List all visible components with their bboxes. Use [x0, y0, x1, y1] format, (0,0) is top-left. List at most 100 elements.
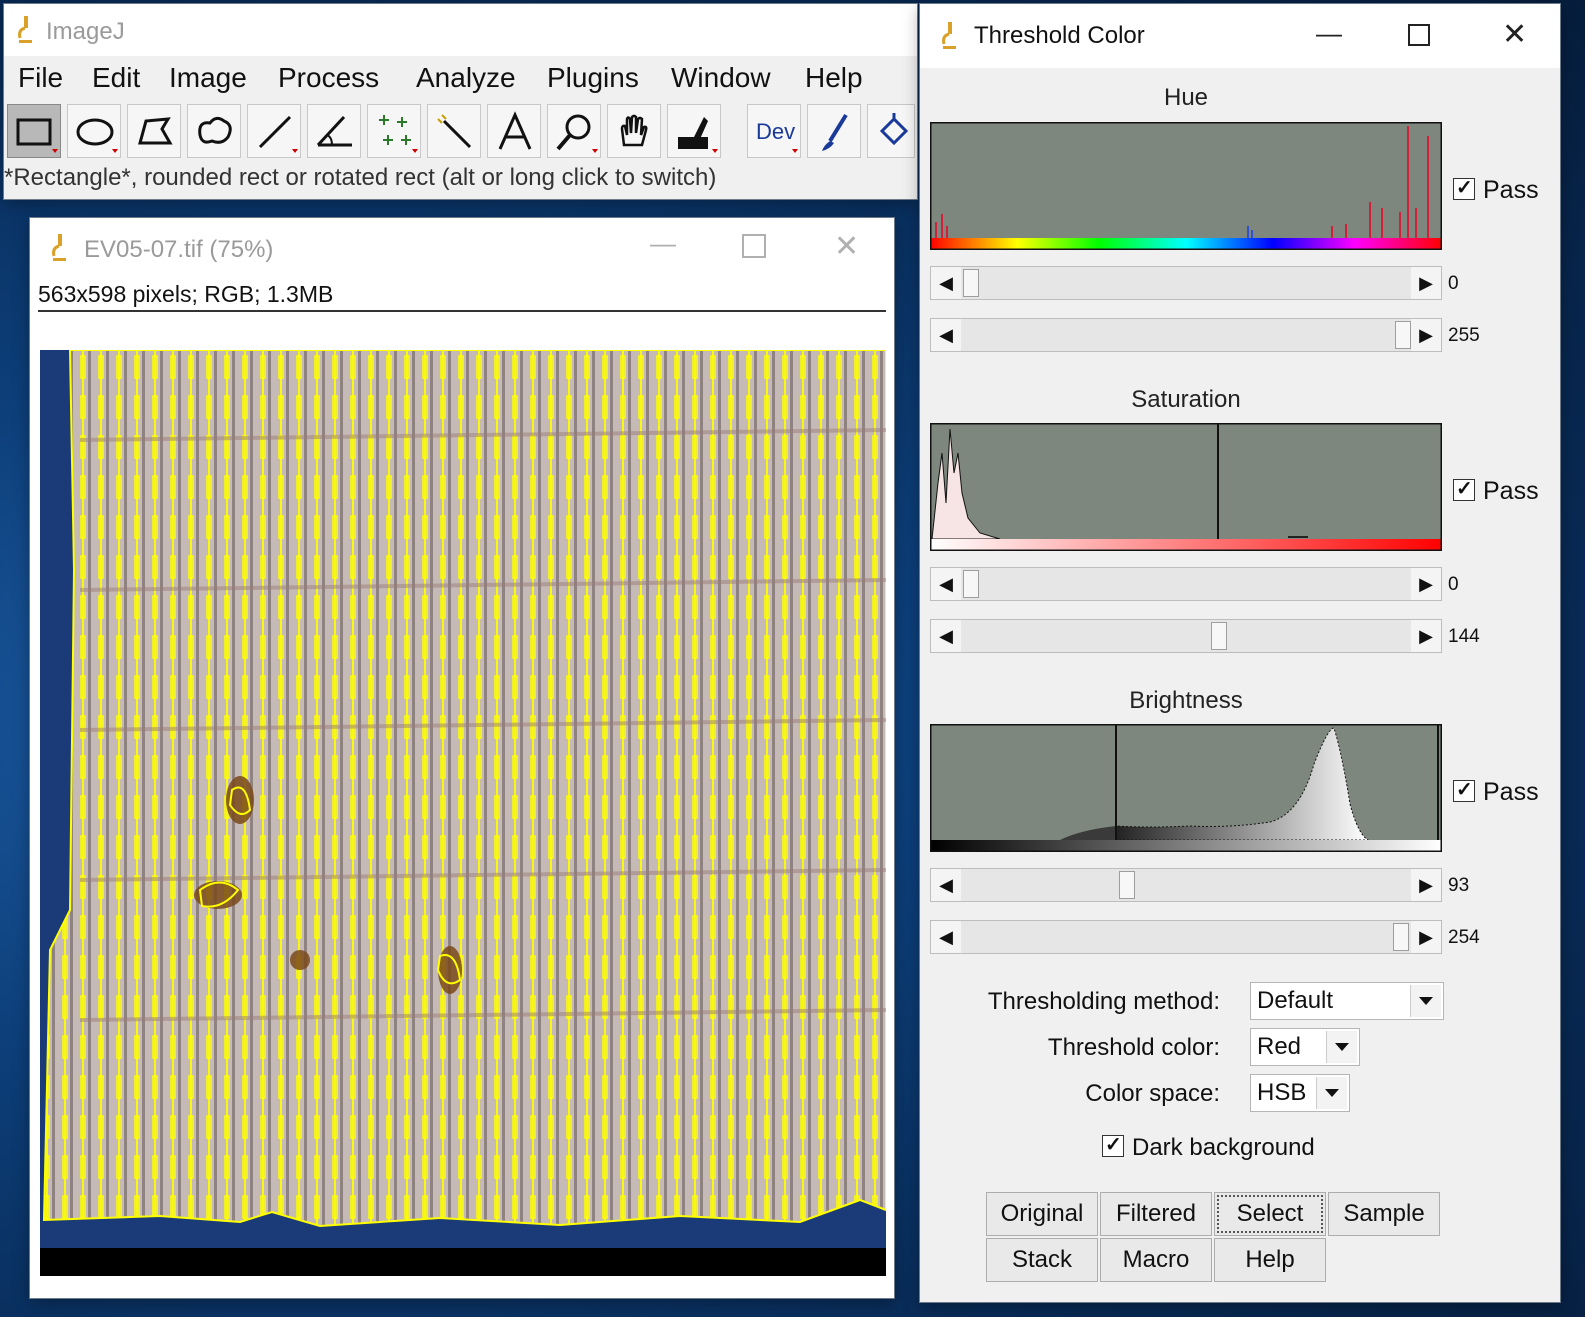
select-button[interactable]: Select — [1214, 1192, 1326, 1236]
line-tool-icon[interactable] — [247, 104, 301, 158]
image-window-titlebar[interactable]: EV05-07.tif (75%) — ✕ — [30, 218, 894, 278]
slider-right-arrow-icon[interactable]: ▶ — [1411, 921, 1441, 953]
help-button[interactable]: Help — [1214, 1238, 1326, 1282]
slider-thumb[interactable] — [1395, 321, 1411, 349]
hue-min-slider[interactable]: ◀ ▶ — [930, 266, 1442, 300]
thresholding-method-select[interactable]: Default — [1250, 982, 1444, 1020]
chevron-down-icon[interactable] — [1410, 985, 1441, 1017]
macro-button[interactable]: Macro — [1100, 1238, 1212, 1282]
color-space-select[interactable]: HSB — [1250, 1074, 1350, 1112]
checkbox-icon — [1453, 777, 1475, 802]
close-icon[interactable]: ✕ — [834, 232, 859, 262]
slider-thumb[interactable] — [963, 269, 979, 297]
threshold-color-label: Threshold color: — [1047, 1034, 1220, 1061]
menu-plugins[interactable]: Plugins — [547, 62, 639, 94]
chevron-down-icon[interactable] — [1326, 1031, 1357, 1063]
slider-thumb[interactable] — [963, 570, 979, 598]
slider-left-arrow-icon[interactable]: ◀ — [931, 568, 961, 600]
freehand-tool-icon[interactable] — [187, 104, 241, 158]
saturation-pass-checkbox[interactable]: Pass — [1453, 476, 1539, 506]
original-button[interactable]: Original — [986, 1192, 1098, 1236]
menu-process[interactable]: Process — [278, 62, 379, 94]
brush-tool-icon[interactable] — [807, 104, 861, 158]
menu-help[interactable]: Help — [805, 62, 863, 94]
menu-image[interactable]: Image — [169, 62, 247, 94]
maximize-icon[interactable] — [1408, 24, 1430, 46]
text-tool-icon[interactable] — [487, 104, 541, 158]
brightness-histogram — [930, 724, 1442, 852]
dark-background-checkbox[interactable]: Dark background — [1102, 1132, 1315, 1162]
brightness-pass-checkbox[interactable]: Pass — [1453, 777, 1539, 807]
menu-file[interactable]: File — [18, 62, 63, 94]
brightness-pass-label: Pass — [1483, 778, 1539, 806]
wand-tool-icon[interactable] — [427, 104, 481, 158]
microscope-icon — [18, 16, 32, 43]
flood-fill-tool-icon[interactable] — [867, 104, 915, 158]
slider-right-arrow-icon[interactable]: ▶ — [1411, 869, 1441, 901]
brightness-max-slider[interactable]: ◀ ▶ — [930, 920, 1442, 954]
slider-right-arrow-icon[interactable]: ▶ — [1411, 568, 1441, 600]
menu-edit[interactable]: Edit — [92, 62, 140, 94]
saturation-label: Saturation — [1131, 386, 1241, 413]
saturation-min-value: 0 — [1448, 574, 1459, 595]
checkbox-icon — [1453, 476, 1475, 501]
stack-button[interactable]: Stack — [986, 1238, 1098, 1282]
slider-thumb[interactable] — [1211, 622, 1227, 650]
image-canvas[interactable] — [40, 350, 886, 1250]
divider — [38, 310, 886, 312]
threshold-color-select[interactable]: Red — [1250, 1028, 1360, 1066]
rectangle-tool-icon[interactable] — [7, 104, 61, 158]
slider-left-arrow-icon[interactable]: ◀ — [931, 921, 961, 953]
slider-left-arrow-icon[interactable]: ◀ — [931, 267, 961, 299]
threshold-color-value: Red — [1257, 1033, 1302, 1060]
thresholded-image — [40, 350, 886, 1250]
tool-bar: Dev — [4, 102, 917, 164]
slider-left-arrow-icon[interactable]: ◀ — [931, 620, 961, 652]
hue-min-value: 0 — [1448, 273, 1459, 294]
chevron-down-icon[interactable] — [1316, 1077, 1347, 1109]
slider-thumb[interactable] — [1393, 923, 1409, 951]
brightness-min-slider[interactable]: ◀ ▶ — [930, 868, 1442, 902]
minimize-icon[interactable]: — — [650, 230, 676, 256]
oval-tool-icon[interactable] — [67, 104, 121, 158]
slider-left-arrow-icon[interactable]: ◀ — [931, 869, 961, 901]
slider-left-arrow-icon[interactable]: ◀ — [931, 319, 961, 351]
polygon-tool-icon[interactable] — [127, 104, 181, 158]
hand-tool-icon[interactable] — [607, 104, 661, 158]
menu-window[interactable]: Window — [671, 62, 771, 94]
slider-right-arrow-icon[interactable]: ▶ — [1411, 620, 1441, 652]
magnifier-tool-icon[interactable] — [547, 104, 601, 158]
filtered-button[interactable]: Filtered — [1100, 1192, 1212, 1236]
angle-tool-icon[interactable] — [307, 104, 361, 158]
saturation-max-value: 144 — [1448, 626, 1480, 647]
minimize-icon[interactable]: — — [1316, 20, 1342, 46]
hue-max-slider[interactable]: ◀ ▶ — [930, 318, 1442, 352]
dev-label: Dev — [756, 119, 795, 144]
threshold-color-window: Threshold Color — ✕ Hue Pass ◀ ▶ 0 ◀ — [920, 4, 1560, 1302]
hue-pass-checkbox[interactable]: Pass — [1453, 175, 1539, 205]
image-scroll-bar[interactable] — [40, 1248, 886, 1276]
saturation-max-slider[interactable]: ◀ ▶ — [930, 619, 1442, 653]
slider-right-arrow-icon[interactable]: ▶ — [1411, 267, 1441, 299]
imagej-main-window: ImageJ File Edit Image Process Analyze P… — [4, 4, 917, 199]
maximize-icon[interactable] — [742, 234, 766, 258]
dev-menu-tool-icon[interactable]: Dev — [747, 104, 801, 158]
checkbox-icon — [1453, 175, 1475, 200]
multipoint-tool-icon[interactable] — [367, 104, 421, 158]
saturation-histogram — [930, 423, 1442, 551]
sample-button[interactable]: Sample — [1328, 1192, 1440, 1236]
threshold-titlebar[interactable]: Threshold Color — ✕ — [920, 4, 1560, 68]
slider-right-arrow-icon[interactable]: ▶ — [1411, 319, 1441, 351]
microscope-icon — [52, 234, 66, 261]
slider-thumb[interactable] — [1119, 871, 1135, 899]
imagej-titlebar[interactable]: ImageJ — [4, 4, 917, 56]
brightness-min-value: 93 — [1448, 875, 1470, 896]
color-picker-tool-icon[interactable] — [667, 104, 721, 158]
dark-background-label: Dark background — [1132, 1134, 1315, 1161]
hue-max-value: 255 — [1448, 325, 1480, 346]
saturation-min-slider[interactable]: ◀ ▶ — [930, 567, 1442, 601]
image-info: 563x598 pixels; RGB; 1.3MB — [38, 281, 334, 307]
close-icon[interactable]: ✕ — [1502, 20, 1527, 50]
menu-analyze[interactable]: Analyze — [416, 62, 516, 94]
thresholding-method-value: Default — [1257, 987, 1334, 1014]
